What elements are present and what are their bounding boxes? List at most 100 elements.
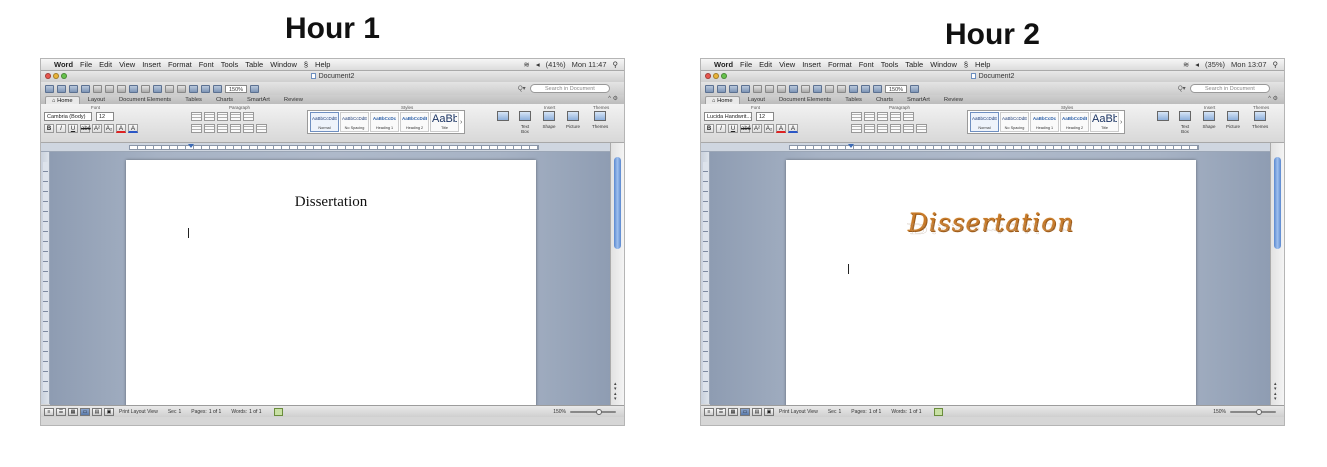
full-screen-view-button[interactable]: ▣	[104, 407, 114, 416]
menu-help[interactable]: Help	[975, 59, 990, 71]
tab-home[interactable]: ⌂ Home	[45, 96, 80, 104]
menu-font[interactable]: Font	[199, 59, 214, 71]
font-size-select[interactable]: 12	[756, 112, 774, 121]
templates-icon[interactable]	[57, 84, 66, 93]
text-box-button[interactable]: Text Box	[1177, 111, 1193, 134]
tab-charts[interactable]: Charts	[870, 96, 899, 104]
style-heading-1[interactable]: AaBbCcDc Heading 1	[370, 112, 399, 132]
highlight-button[interactable]: A	[128, 124, 138, 133]
menu-edit[interactable]: Edit	[99, 59, 112, 71]
tab-review[interactable]: Review	[278, 96, 309, 104]
italic-button[interactable]: I	[56, 124, 66, 133]
tab-smartart[interactable]: SmartArt	[901, 96, 936, 104]
open-icon[interactable]	[69, 84, 78, 93]
multilevel-list-icon[interactable]	[877, 112, 888, 121]
themes-button[interactable]: Themes	[1252, 111, 1268, 134]
highlight-button[interactable]: A	[788, 124, 798, 133]
style-heading-2[interactable]: AaBbCcDdEe Heading 2	[1060, 112, 1089, 132]
zoom-slider-knob[interactable]	[1256, 408, 1262, 415]
bullets-icon[interactable]	[191, 112, 202, 121]
print-icon[interactable]	[93, 84, 102, 93]
toolbox-icon[interactable]	[861, 84, 870, 93]
menu-format[interactable]: Format	[828, 59, 852, 71]
menu-file[interactable]: File	[740, 59, 752, 71]
help-icon[interactable]	[910, 84, 920, 93]
style-normal[interactable]: AaBbCcDdEe Normal	[310, 112, 339, 132]
shading-icon[interactable]	[256, 124, 267, 133]
align-right-icon[interactable]	[877, 124, 888, 133]
text-styles-button[interactable]	[495, 111, 511, 134]
outline-view-button[interactable]: ☰	[56, 407, 66, 416]
ribbon-collapse-icon[interactable]: ^ ⚙	[1268, 95, 1278, 104]
menu-tools[interactable]: Tools	[221, 59, 239, 71]
wifi-icon[interactable]: ≋	[524, 59, 530, 71]
menu-help[interactable]: Help	[315, 59, 330, 71]
bullets-icon[interactable]	[851, 112, 862, 121]
pilcrow-icon[interactable]	[837, 84, 846, 93]
indent-marker[interactable]	[848, 144, 854, 148]
clock[interactable]: Mon 13:07	[1231, 59, 1266, 71]
menu-format[interactable]: Format	[168, 59, 192, 71]
text-box-button[interactable]: Text Box	[517, 111, 533, 134]
zoom-slider-knob[interactable]	[596, 408, 602, 415]
picture-button[interactable]: Picture	[1225, 111, 1241, 134]
wifi-icon[interactable]: ≋	[1183, 59, 1189, 71]
media-browser-icon[interactable]	[873, 84, 882, 93]
style-title[interactable]: AaBbCTitle	[1090, 112, 1119, 132]
menu-font[interactable]: Font	[859, 59, 874, 71]
new-document-icon[interactable]	[705, 84, 714, 93]
align-center-icon[interactable]	[204, 124, 215, 133]
shading-icon[interactable]	[916, 124, 927, 133]
underline-button[interactable]: U	[728, 124, 738, 133]
notebook-view-button[interactable]: ▤	[92, 407, 102, 416]
volume-icon[interactable]: ◂	[536, 59, 540, 71]
outline-view-button[interactable]: ☰	[716, 407, 726, 416]
zoom-slider[interactable]	[570, 408, 616, 415]
ribbon-collapse-icon[interactable]: ^ ⚙	[608, 95, 618, 104]
proofing-status-icon[interactable]	[933, 407, 943, 416]
font-color-button[interactable]: A	[776, 124, 786, 133]
style-title[interactable]: AaBbCTitle	[430, 112, 459, 132]
scroll-thumb[interactable]	[1274, 157, 1281, 249]
zoom-slider[interactable]	[1230, 408, 1276, 415]
horizontal-ruler[interactable]	[701, 143, 1284, 152]
paste-icon[interactable]	[129, 84, 138, 93]
tab-layout[interactable]: Layout	[742, 96, 771, 104]
print-layout-view-button[interactable]: ▭	[740, 407, 750, 416]
menu-table[interactable]: Table	[245, 59, 263, 71]
style-no-spacing[interactable]: AaBbCcDdEe No Spacing	[1000, 112, 1029, 132]
line-spacing-icon[interactable]	[903, 124, 914, 133]
publishing-view-button[interactable]: ▦	[68, 407, 78, 416]
wordart-container[interactable]: Dissertation Dissertation	[786, 208, 1196, 265]
bold-button[interactable]: B	[44, 124, 54, 133]
font-name-select[interactable]: Lucida Handwrit...	[704, 112, 752, 121]
align-left-icon[interactable]	[191, 124, 202, 133]
redo-icon[interactable]	[825, 84, 834, 93]
increase-indent-icon[interactable]	[243, 112, 254, 121]
decrease-indent-icon[interactable]	[230, 112, 241, 121]
format-painter-icon[interactable]	[141, 84, 150, 93]
bold-button[interactable]: B	[704, 124, 714, 133]
menu-app-word[interactable]: Word	[54, 59, 73, 71]
close-icon[interactable]	[705, 73, 711, 79]
templates-icon[interactable]	[717, 84, 726, 93]
style-heading-1[interactable]: AaBbCcDc Heading 1	[1030, 112, 1059, 132]
draft-view-button[interactable]: ≡	[44, 407, 54, 416]
subscript-button[interactable]: A₂	[104, 124, 114, 133]
clock[interactable]: Mon 11:47	[572, 59, 607, 71]
numbering-icon[interactable]	[204, 112, 215, 121]
paste-icon[interactable]	[789, 84, 798, 93]
tab-document-elements[interactable]: Document Elements	[113, 96, 177, 104]
copy-icon[interactable]	[117, 84, 126, 93]
minimize-icon[interactable]	[713, 73, 719, 79]
increase-indent-icon[interactable]	[903, 112, 914, 121]
scroll-thumb[interactable]	[614, 157, 621, 249]
superscript-button[interactable]: A²	[752, 124, 762, 133]
menu-edit[interactable]: Edit	[759, 59, 772, 71]
menu-app-word[interactable]: Word	[714, 59, 733, 71]
menu-view[interactable]: View	[779, 59, 795, 71]
menu-file[interactable]: File	[80, 59, 92, 71]
spotlight-icon[interactable]: ⚲	[1273, 59, 1279, 71]
open-icon[interactable]	[729, 84, 738, 93]
sidebar-icon[interactable]	[849, 84, 858, 93]
